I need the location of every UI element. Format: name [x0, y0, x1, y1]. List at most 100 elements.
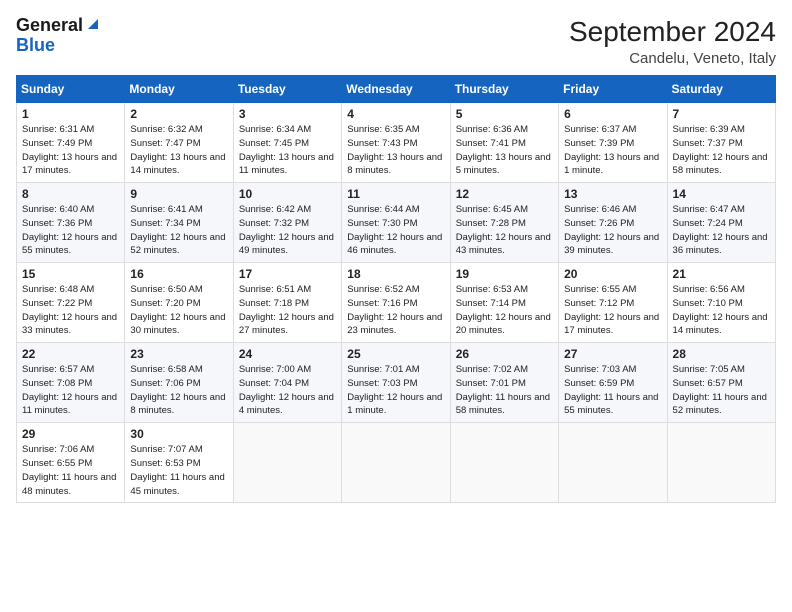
sunrise: Sunrise: 6:42 AM — [239, 204, 311, 215]
day-info: Sunrise: 6:37 AM Sunset: 7:39 PM Dayligh… — [564, 123, 661, 178]
calendar-cell: 30 Sunrise: 7:07 AM Sunset: 6:53 PM Dayl… — [125, 423, 233, 503]
calendar-cell: 5 Sunrise: 6:36 AM Sunset: 7:41 PM Dayli… — [450, 103, 558, 183]
daylight: Daylight: 11 hours and 58 minutes. — [456, 392, 550, 417]
week-row-4: 22 Sunrise: 6:57 AM Sunset: 7:08 PM Dayl… — [17, 343, 776, 423]
calendar-cell: 17 Sunrise: 6:51 AM Sunset: 7:18 PM Dayl… — [233, 263, 341, 343]
calendar-cell: 29 Sunrise: 7:06 AM Sunset: 6:55 PM Dayl… — [17, 423, 125, 503]
daylight: Daylight: 12 hours and 27 minutes. — [239, 312, 334, 337]
day-number: 29 — [22, 427, 119, 441]
sunset: Sunset: 7:43 PM — [347, 138, 417, 149]
sunrise: Sunrise: 6:41 AM — [130, 204, 202, 215]
calendar-cell: 20 Sunrise: 6:55 AM Sunset: 7:12 PM Dayl… — [559, 263, 667, 343]
col-header-sunday: Sunday — [17, 76, 125, 103]
col-header-monday: Monday — [125, 76, 233, 103]
sunrise: Sunrise: 6:53 AM — [456, 284, 528, 295]
day-number: 26 — [456, 347, 553, 361]
sunset: Sunset: 7:08 PM — [22, 378, 92, 389]
sunrise: Sunrise: 6:57 AM — [22, 364, 94, 375]
sunset: Sunset: 7:18 PM — [239, 298, 309, 309]
calendar-cell: 9 Sunrise: 6:41 AM Sunset: 7:34 PM Dayli… — [125, 183, 233, 263]
daylight: Daylight: 12 hours and 55 minutes. — [22, 232, 117, 257]
sunset: Sunset: 7:12 PM — [564, 298, 634, 309]
sunset: Sunset: 7:16 PM — [347, 298, 417, 309]
day-info: Sunrise: 6:44 AM Sunset: 7:30 PM Dayligh… — [347, 203, 444, 258]
daylight: Daylight: 11 hours and 52 minutes. — [673, 392, 767, 417]
sunset: Sunset: 7:37 PM — [673, 138, 743, 149]
day-info: Sunrise: 6:39 AM Sunset: 7:37 PM Dayligh… — [673, 123, 770, 178]
daylight: Daylight: 12 hours and 14 minutes. — [673, 312, 768, 337]
day-number: 21 — [673, 267, 770, 281]
logo-blue: Blue — [16, 35, 55, 55]
daylight: Daylight: 12 hours and 4 minutes. — [239, 392, 334, 417]
sunrise: Sunrise: 6:51 AM — [239, 284, 311, 295]
daylight: Daylight: 13 hours and 8 minutes. — [347, 152, 442, 177]
day-info: Sunrise: 6:50 AM Sunset: 7:20 PM Dayligh… — [130, 283, 227, 338]
logo-triangle-icon — [86, 16, 100, 36]
sunrise: Sunrise: 6:36 AM — [456, 124, 528, 135]
calendar-cell: 3 Sunrise: 6:34 AM Sunset: 7:45 PM Dayli… — [233, 103, 341, 183]
sunset: Sunset: 6:57 PM — [673, 378, 743, 389]
day-info: Sunrise: 7:00 AM Sunset: 7:04 PM Dayligh… — [239, 363, 336, 418]
sunset: Sunset: 7:39 PM — [564, 138, 634, 149]
calendar-cell: 10 Sunrise: 6:42 AM Sunset: 7:32 PM Dayl… — [233, 183, 341, 263]
sunrise: Sunrise: 6:46 AM — [564, 204, 636, 215]
sunset: Sunset: 7:45 PM — [239, 138, 309, 149]
calendar-cell: 27 Sunrise: 7:03 AM Sunset: 6:59 PM Dayl… — [559, 343, 667, 423]
daylight: Daylight: 12 hours and 52 minutes. — [130, 232, 225, 257]
daylight: Daylight: 12 hours and 46 minutes. — [347, 232, 442, 257]
day-info: Sunrise: 6:52 AM Sunset: 7:16 PM Dayligh… — [347, 283, 444, 338]
sunrise: Sunrise: 6:50 AM — [130, 284, 202, 295]
day-number: 12 — [456, 187, 553, 201]
sunrise: Sunrise: 6:32 AM — [130, 124, 202, 135]
day-number: 18 — [347, 267, 444, 281]
day-number: 2 — [130, 107, 227, 121]
week-row-2: 8 Sunrise: 6:40 AM Sunset: 7:36 PM Dayli… — [17, 183, 776, 263]
daylight: Daylight: 12 hours and 1 minute. — [347, 392, 442, 417]
calendar-cell: 14 Sunrise: 6:47 AM Sunset: 7:24 PM Dayl… — [667, 183, 775, 263]
daylight: Daylight: 13 hours and 17 minutes. — [22, 152, 117, 177]
col-header-thursday: Thursday — [450, 76, 558, 103]
day-info: Sunrise: 6:42 AM Sunset: 7:32 PM Dayligh… — [239, 203, 336, 258]
day-number: 27 — [564, 347, 661, 361]
day-info: Sunrise: 7:02 AM Sunset: 7:01 PM Dayligh… — [456, 363, 553, 418]
logo: General Blue — [16, 16, 100, 56]
day-number: 16 — [130, 267, 227, 281]
col-header-tuesday: Tuesday — [233, 76, 341, 103]
sunrise: Sunrise: 6:48 AM — [22, 284, 94, 295]
sunrise: Sunrise: 6:47 AM — [673, 204, 745, 215]
day-info: Sunrise: 6:31 AM Sunset: 7:49 PM Dayligh… — [22, 123, 119, 178]
day-number: 1 — [22, 107, 119, 121]
col-header-friday: Friday — [559, 76, 667, 103]
week-row-1: 1 Sunrise: 6:31 AM Sunset: 7:49 PM Dayli… — [17, 103, 776, 183]
daylight: Daylight: 13 hours and 11 minutes. — [239, 152, 334, 177]
sunset: Sunset: 7:36 PM — [22, 218, 92, 229]
sunrise: Sunrise: 6:56 AM — [673, 284, 745, 295]
page-header: General Blue September 2024 Candelu, Ven… — [16, 16, 776, 67]
daylight: Daylight: 13 hours and 1 minute. — [564, 152, 659, 177]
title-block: September 2024 Candelu, Veneto, Italy — [569, 16, 776, 67]
day-info: Sunrise: 7:06 AM Sunset: 6:55 PM Dayligh… — [22, 443, 119, 498]
calendar-cell: 2 Sunrise: 6:32 AM Sunset: 7:47 PM Dayli… — [125, 103, 233, 183]
sunset: Sunset: 7:22 PM — [22, 298, 92, 309]
day-info: Sunrise: 6:46 AM Sunset: 7:26 PM Dayligh… — [564, 203, 661, 258]
day-number: 19 — [456, 267, 553, 281]
sunset: Sunset: 7:30 PM — [347, 218, 417, 229]
daylight: Daylight: 12 hours and 58 minutes. — [673, 152, 768, 177]
day-number: 28 — [673, 347, 770, 361]
day-info: Sunrise: 7:07 AM Sunset: 6:53 PM Dayligh… — [130, 443, 227, 498]
sunrise: Sunrise: 6:55 AM — [564, 284, 636, 295]
day-info: Sunrise: 6:58 AM Sunset: 7:06 PM Dayligh… — [130, 363, 227, 418]
calendar-cell — [667, 423, 775, 503]
calendar-cell: 16 Sunrise: 6:50 AM Sunset: 7:20 PM Dayl… — [125, 263, 233, 343]
day-number: 10 — [239, 187, 336, 201]
calendar-cell: 12 Sunrise: 6:45 AM Sunset: 7:28 PM Dayl… — [450, 183, 558, 263]
calendar-cell: 19 Sunrise: 6:53 AM Sunset: 7:14 PM Dayl… — [450, 263, 558, 343]
col-header-wednesday: Wednesday — [342, 76, 450, 103]
day-number: 23 — [130, 347, 227, 361]
sunrise: Sunrise: 7:03 AM — [564, 364, 636, 375]
sunset: Sunset: 7:14 PM — [456, 298, 526, 309]
sunrise: Sunrise: 7:05 AM — [673, 364, 745, 375]
calendar-cell: 25 Sunrise: 7:01 AM Sunset: 7:03 PM Dayl… — [342, 343, 450, 423]
sunrise: Sunrise: 6:45 AM — [456, 204, 528, 215]
location-title: Candelu, Veneto, Italy — [569, 50, 776, 67]
